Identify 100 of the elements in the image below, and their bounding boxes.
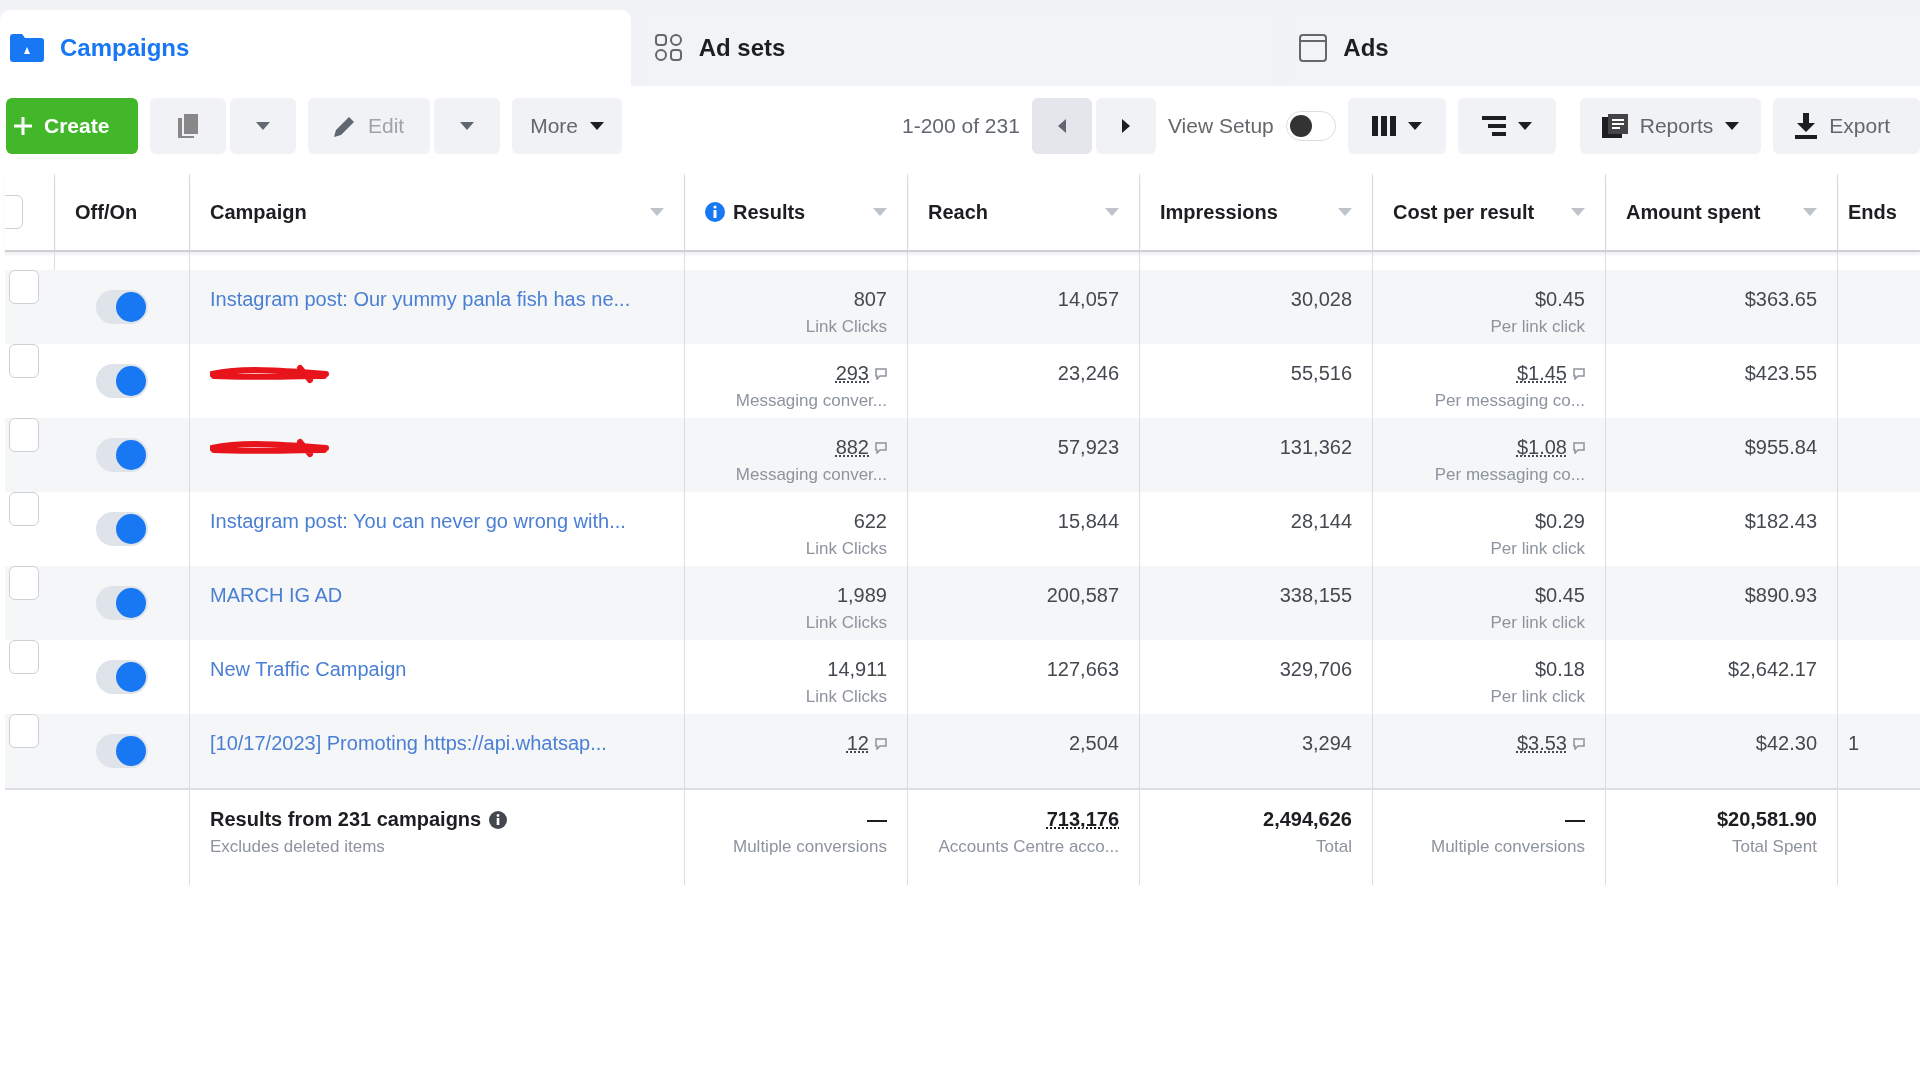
comment-icon xyxy=(875,367,887,380)
reports-icon xyxy=(1601,114,1628,138)
metric-value: 30,028 xyxy=(1290,288,1352,311)
grid-icon xyxy=(654,34,683,62)
total-label: Accounts Centre acco... xyxy=(938,837,1119,857)
total-label: Total xyxy=(1316,837,1352,857)
metric-value[interactable]: $3.53 xyxy=(1516,732,1567,755)
metric-value[interactable]: 12 xyxy=(846,732,869,755)
column-header[interactable]: Cost per result xyxy=(1393,200,1535,224)
metric-label: Per link click xyxy=(1490,317,1585,337)
total-value: $20,581.90 xyxy=(1716,808,1817,831)
row-checkbox[interactable] xyxy=(9,566,39,600)
campaign-link[interactable]: Instagram post: You can never go wrong with... xyxy=(210,510,626,533)
campaign-link[interactable]: Instagram post: Our yummy panla fish has ne... xyxy=(210,288,631,311)
metric-value: $0.29 xyxy=(1534,510,1585,533)
metric-label: Messaging conver... xyxy=(735,391,887,411)
row-checkbox[interactable] xyxy=(9,640,39,674)
metric-value: 131,362 xyxy=(1279,436,1352,459)
metric-value: 14,911 xyxy=(827,658,887,681)
metric-value: 2,504 xyxy=(1068,732,1119,755)
metric-value[interactable]: $1.45 xyxy=(1516,362,1567,385)
metric-value[interactable]: $1.08 xyxy=(1516,436,1567,459)
metric-label: Link Clicks xyxy=(805,539,887,559)
caret-icon xyxy=(1725,122,1740,130)
copy-icon xyxy=(176,114,200,138)
row-checkbox[interactable] xyxy=(9,270,39,304)
column-header[interactable]: Ends xyxy=(1848,200,1897,224)
metric-value: 338,155 xyxy=(1279,584,1352,607)
breakdown-button[interactable] xyxy=(1457,98,1556,154)
columns-icon xyxy=(1371,116,1396,136)
download-icon xyxy=(1795,113,1818,139)
campaign-toggle[interactable] xyxy=(96,512,148,546)
metric-label: Messaging conver... xyxy=(735,465,887,485)
results-summary-title: Results from 231 campaigns xyxy=(210,808,482,831)
info-icon xyxy=(705,202,725,222)
duplicate-button[interactable] xyxy=(150,98,226,154)
metric-value: $0.45 xyxy=(1534,288,1585,311)
comment-icon xyxy=(1573,441,1585,454)
chevron-right-icon xyxy=(1121,119,1130,133)
campaign-toggle[interactable] xyxy=(96,660,148,694)
campaign-link[interactable]: New Traffic Campaign xyxy=(210,658,407,681)
row-checkbox[interactable] xyxy=(9,714,39,748)
campaign-link[interactable]: MARCH IG AD xyxy=(210,584,343,607)
metric-value: $423.55 xyxy=(1744,362,1817,385)
metric-value: 14,057 xyxy=(1057,288,1119,311)
metric-value: 807 xyxy=(853,288,887,311)
columns-button[interactable] xyxy=(1347,98,1446,154)
total-value[interactable]: 713,176 xyxy=(1046,808,1119,831)
campaign-toggle[interactable] xyxy=(96,734,148,768)
metric-value: 57,923 xyxy=(1057,436,1119,459)
window-icon xyxy=(1299,34,1328,62)
caret-icon xyxy=(460,122,475,130)
comment-icon xyxy=(875,441,887,454)
metric-value: 329,706 xyxy=(1279,658,1352,681)
column-header[interactable]: Reach xyxy=(928,200,989,224)
column-header[interactable]: Amount spent xyxy=(1626,200,1761,224)
campaign-toggle[interactable] xyxy=(96,586,148,620)
total-label: Total Spent xyxy=(1731,837,1817,857)
metric-label: Per link click xyxy=(1490,613,1585,633)
comment-icon xyxy=(1573,737,1585,750)
metric-value: 127,663 xyxy=(1046,658,1119,681)
previous-page-button[interactable] xyxy=(1031,98,1092,154)
campaign-link[interactable]: [10/17/2023] Promoting https://api.whatsap... xyxy=(210,732,607,755)
pencil-icon xyxy=(334,115,356,137)
summary-note: Excludes deleted items xyxy=(210,837,385,857)
next-page-button[interactable] xyxy=(1095,98,1156,154)
row-checkbox[interactable] xyxy=(9,344,39,378)
caret-icon xyxy=(590,122,605,130)
metric-label: Link Clicks xyxy=(805,317,887,337)
export-button[interactable]: Export xyxy=(1773,98,1920,154)
breakdown-icon xyxy=(1481,116,1506,136)
row-checkbox[interactable] xyxy=(9,418,39,452)
metric-label: Per messaging co... xyxy=(1434,465,1585,485)
metric-value: 1,989 xyxy=(836,584,887,607)
campaign-toggle[interactable] xyxy=(96,290,148,324)
campaign-toggle[interactable] xyxy=(96,438,148,472)
metric-value: $0.18 xyxy=(1534,658,1585,681)
metric-value: $42.30 xyxy=(1755,732,1817,755)
column-header[interactable]: Off/On xyxy=(75,200,138,224)
view-setup-toggle[interactable] xyxy=(1285,111,1336,141)
metric-value: $363.65 xyxy=(1744,288,1817,311)
dropdown-button[interactable] xyxy=(434,98,501,154)
column-header[interactable]: Campaign xyxy=(210,200,307,224)
folder-icon xyxy=(10,34,44,62)
metric-value[interactable]: 882 xyxy=(835,436,869,459)
metric-value[interactable]: 293 xyxy=(835,362,869,385)
column-header[interactable]: Results xyxy=(733,200,806,224)
total-label: Multiple conversions xyxy=(733,837,887,857)
view-setup-label: View Setup xyxy=(1167,114,1274,138)
column-header[interactable]: Impressions xyxy=(1160,200,1278,224)
tab[interactable]: Campaigns xyxy=(0,10,631,86)
info-icon xyxy=(489,810,508,829)
campaign-toggle[interactable] xyxy=(96,364,148,398)
row-checkbox[interactable] xyxy=(9,492,39,526)
caret-icon xyxy=(1803,208,1817,216)
metric-label: Per link click xyxy=(1490,687,1585,707)
more-button[interactable]: More xyxy=(512,98,623,154)
caret-icon xyxy=(1407,122,1422,130)
total-value: 2,494,626 xyxy=(1263,808,1352,831)
reports-button[interactable]: Reports xyxy=(1579,98,1762,154)
